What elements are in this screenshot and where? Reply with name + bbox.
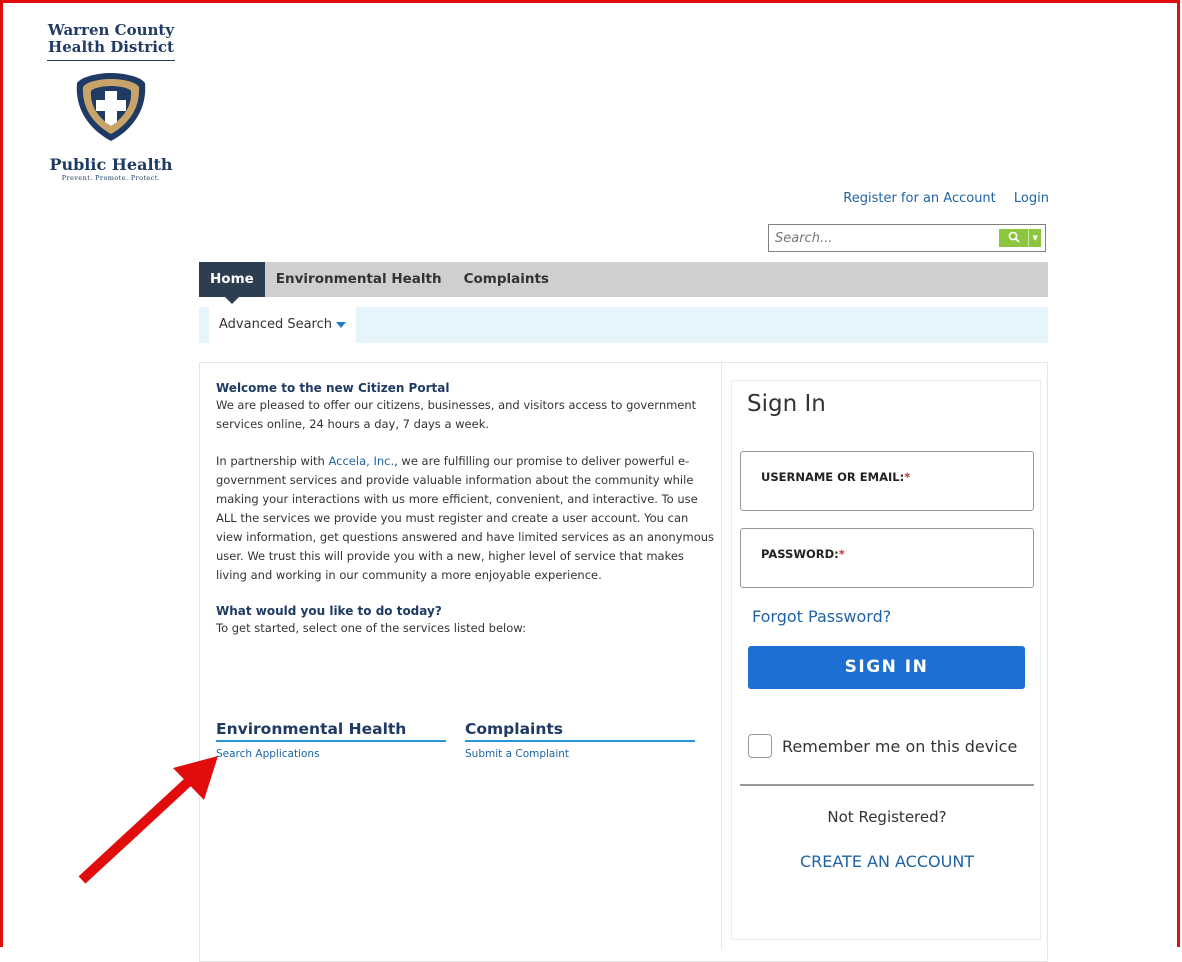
submit-complaint-link[interactable]: Submit a Complaint (465, 748, 695, 760)
logo-tagline: Prevent. Promote. Protect. (61, 174, 161, 182)
welcome-intro: We are pleased to offer our citizens, bu… (216, 398, 697, 431)
search-input[interactable] (769, 225, 1007, 251)
global-search: ▼ (768, 224, 1046, 252)
username-input[interactable] (759, 486, 1018, 503)
sign-in-button[interactable]: SIGN IN (748, 646, 1025, 689)
header-links: Register for an Account Login (0, 191, 1049, 206)
welcome-section: Welcome to the new Citizen Portal We are… (216, 380, 716, 638)
welcome-body-start: In partnership with (216, 454, 329, 468)
tab-complaints[interactable]: Complaints (453, 262, 560, 297)
caret-down-icon (336, 321, 347, 328)
not-registered-text: Not Registered? (827, 808, 947, 826)
service-environmental-health: Environmental Health Search Applications (216, 720, 446, 760)
signin-divider (740, 784, 1034, 786)
forgot-password-link[interactable]: Forgot Password? (752, 607, 891, 626)
logo-line2: Health District (48, 38, 174, 56)
services-question: What would you like to do today? (216, 604, 442, 618)
site-logo[interactable]: Warren County Health District Public Hea… (47, 22, 175, 182)
create-account-link[interactable]: CREATE AN ACCOUNT (732, 852, 1042, 871)
search-button[interactable]: ▼ (999, 229, 1041, 247)
search-applications-link[interactable]: Search Applications (216, 748, 446, 760)
tab-environmental-health[interactable]: Environmental Health (265, 262, 453, 297)
logo-brand: Public Health (49, 155, 173, 174)
login-link[interactable]: Login (1014, 191, 1049, 206)
advanced-search-label: Advanced Search (219, 317, 333, 332)
logo-rule (47, 60, 175, 61)
advanced-search-dropdown[interactable]: Advanced Search (209, 307, 357, 343)
column-divider (721, 362, 722, 949)
service-title-environmental-health: Environmental Health (216, 720, 446, 742)
username-label: USERNAME OR EMAIL:* (761, 470, 911, 484)
service-complaints: Complaints Submit a Complaint (465, 720, 695, 760)
welcome-body-end: , we are fulfilling our promise to deliv… (216, 454, 715, 582)
signin-panel: Sign In USERNAME OR EMAIL:* PASSWORD:* F… (731, 380, 1041, 940)
service-title-complaints: Complaints (465, 720, 695, 742)
logo-line1: Warren County (47, 21, 175, 39)
password-label: PASSWORD:* (761, 547, 845, 561)
username-field[interactable]: USERNAME OR EMAIL:* (740, 451, 1034, 511)
accela-link[interactable]: Accela, Inc. (329, 454, 395, 468)
signin-title: Sign In (747, 391, 826, 417)
main-nav: Home Environmental Health Complaints (199, 262, 1048, 304)
sub-nav: Advanced Search (199, 307, 1048, 343)
tab-home[interactable]: Home (199, 262, 265, 304)
remember-label: Remember me on this device (782, 736, 1018, 756)
chevron-down-icon[interactable]: ▼ (1028, 229, 1041, 247)
shield-cross-icon (76, 73, 146, 141)
required-mark: * (904, 470, 911, 484)
password-input[interactable] (759, 563, 1018, 580)
welcome-body: In partnership with Accela, Inc., we are… (216, 452, 716, 585)
register-link[interactable]: Register for an Account (843, 191, 996, 206)
welcome-title: Welcome to the new Citizen Portal (216, 381, 450, 395)
remember-checkbox[interactable] (748, 734, 772, 758)
password-field[interactable]: PASSWORD:* (740, 528, 1034, 588)
required-mark: * (838, 547, 845, 561)
annotation-arrow-icon (78, 756, 218, 884)
remember-me[interactable]: Remember me on this device (748, 734, 1017, 758)
services-instruction: To get started, select one of the servic… (216, 621, 526, 635)
search-icon (999, 231, 1028, 246)
